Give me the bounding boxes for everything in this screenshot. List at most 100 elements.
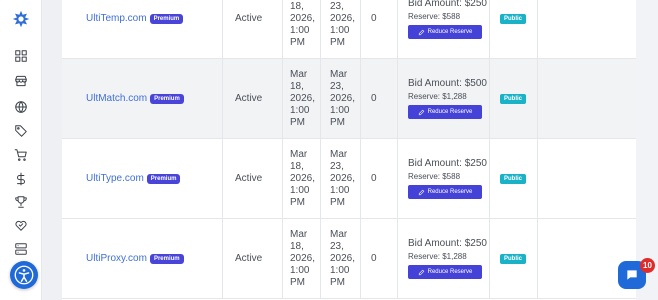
reserve-amount: Reserve: $1,288 (408, 92, 467, 101)
reserve-amount: Reserve: $1,288 (408, 252, 467, 261)
end-date-line: Mar (330, 148, 348, 160)
reduce-reserve-button[interactable]: Reduce Reserve (408, 25, 482, 39)
reduce-reserve-button[interactable]: Reduce Reserve (408, 185, 482, 199)
tag-icon[interactable] (11, 121, 31, 141)
end-date-line: PM (330, 196, 345, 208)
start-date-line: 18, (290, 0, 304, 12)
start-date-line: 1:00 (290, 264, 310, 276)
domain-cell: UltiProxy.com Premium (62, 219, 223, 298)
accessibility-icon[interactable] (10, 261, 38, 289)
start-date-line: 2026, (290, 92, 316, 104)
start-date-line: 1:00 (290, 184, 310, 196)
notification-badge: 10 (640, 258, 655, 273)
handshake-icon[interactable] (11, 215, 31, 235)
public-badge: Public (500, 173, 527, 184)
store-icon[interactable] (11, 71, 31, 91)
premium-badge: Premium (150, 93, 184, 104)
domain-link[interactable]: UltMatch.com (86, 93, 147, 104)
reduce-reserve-label: Reduce Reserve (427, 109, 473, 115)
table-row: UltiType.com Premium Active Mar 18, 2026… (62, 139, 636, 219)
reduce-reserve-label: Reduce Reserve (427, 189, 473, 195)
status-cell: Active (223, 139, 283, 218)
visibility-cell: Public (490, 0, 538, 58)
start-date-line: PM (290, 276, 305, 288)
status-cell: Active (223, 219, 283, 298)
end-date-line: 23, (330, 0, 344, 12)
table-row: UltMatch.com Premium Active Mar 18, 2026… (62, 59, 636, 139)
sidebar (0, 0, 42, 300)
end-date-line: PM (330, 116, 345, 128)
premium-badge: Premium (146, 173, 181, 184)
end-date-line: 2026, (330, 252, 356, 264)
end-date-line: 1:00 (330, 104, 350, 116)
actions-cell (538, 0, 636, 58)
premium-badge: Premium (149, 253, 184, 264)
public-badge: Public (500, 253, 527, 264)
trophy-icon[interactable] (11, 192, 31, 212)
premium-badge: Premium (149, 13, 184, 24)
end-date-line: 1:00 (330, 24, 350, 36)
actions-cell (538, 139, 636, 218)
reduce-reserve-button[interactable]: Reduce Reserve (408, 265, 482, 279)
domain-cell: UltMatch.com Premium (62, 59, 223, 138)
table-row: UltiTemp.com Premium Active 18, 2026, 1:… (62, 0, 636, 59)
start-date-line: 1:00 (290, 24, 310, 36)
bids-count-cell: 0 (361, 59, 398, 138)
end-date-cell: 23, 2026, 1:00 PM (321, 0, 361, 58)
bid-cell: Bid Amount: $250 Reserve: $588 Reduce Re… (398, 0, 490, 58)
start-date-line: 18, (290, 80, 304, 92)
end-date-cell: Mar 23, 2026, 1:00 PM (321, 139, 361, 218)
public-badge: Public (500, 93, 527, 104)
cart-icon[interactable] (11, 145, 31, 165)
visibility-cell: Public (490, 59, 538, 138)
end-date-line: 23, (330, 80, 344, 92)
status-cell: Active (223, 0, 283, 58)
logo-icon[interactable] (11, 9, 31, 29)
start-date-line: Mar (290, 228, 308, 240)
start-date-line: 2026, (290, 172, 316, 184)
bid-amount: Bid Amount: $250 (408, 238, 487, 249)
table-row: UltiProxy.com Premium Active Mar 18, 202… (62, 219, 636, 299)
server-icon[interactable] (11, 239, 31, 259)
actions-cell (538, 59, 636, 138)
chat-icon (627, 270, 637, 280)
end-date-line: Mar (330, 68, 348, 80)
bids-count-cell: 0 (361, 139, 398, 218)
start-date-line: PM (290, 36, 305, 48)
end-date-line: 2026, (330, 172, 356, 184)
dashboard-icon[interactable] (11, 46, 31, 66)
start-date-line: 18, (290, 240, 304, 252)
page-scroll-area (636, 0, 658, 300)
reduce-reserve-button[interactable]: Reduce Reserve (408, 105, 482, 119)
reserve-amount: Reserve: $588 (408, 12, 461, 21)
end-date-line: 1:00 (330, 184, 350, 196)
bid-amount: Bid Amount: $500 (408, 78, 487, 89)
start-date-cell: Mar 18, 2026, 1:00 PM (283, 139, 321, 218)
start-date-cell: 18, 2026, 1:00 PM (283, 0, 321, 58)
domain-link[interactable]: UltiType.com (86, 173, 144, 184)
domain-link[interactable]: UltiProxy.com (86, 253, 147, 264)
end-date-line: 2026, (330, 92, 356, 104)
bid-cell: Bid Amount: $500 Reserve: $1,288 Reduce … (398, 59, 490, 138)
globe-icon[interactable] (11, 97, 31, 117)
reduce-reserve-label: Reduce Reserve (427, 269, 473, 275)
end-date-line: PM (330, 276, 345, 288)
start-date-cell: Mar 18, 2026, 1:00 PM (283, 219, 321, 298)
start-date-line: Mar (290, 148, 308, 160)
bids-count-cell: 0 (361, 0, 398, 58)
domain-cell: UltiType.com Premium (62, 139, 223, 218)
domain-link[interactable]: UltiTemp.com (86, 13, 147, 24)
content-gutter (42, 0, 62, 300)
start-date-line: 1:00 (290, 104, 310, 116)
start-date-line: 2026, (290, 252, 316, 264)
visibility-cell: Public (490, 219, 538, 298)
start-date-line: PM (290, 116, 305, 128)
dollar-icon[interactable] (11, 169, 31, 189)
end-date-line: PM (330, 36, 345, 48)
reduce-reserve-label: Reduce Reserve (427, 29, 473, 35)
bid-amount: Bid Amount: $250 (408, 0, 487, 9)
edit-icon (418, 109, 424, 115)
end-date-line: 23, (330, 160, 344, 172)
bid-cell: Bid Amount: $250 Reserve: $1,288 Reduce … (398, 219, 490, 298)
edit-icon (418, 189, 424, 195)
